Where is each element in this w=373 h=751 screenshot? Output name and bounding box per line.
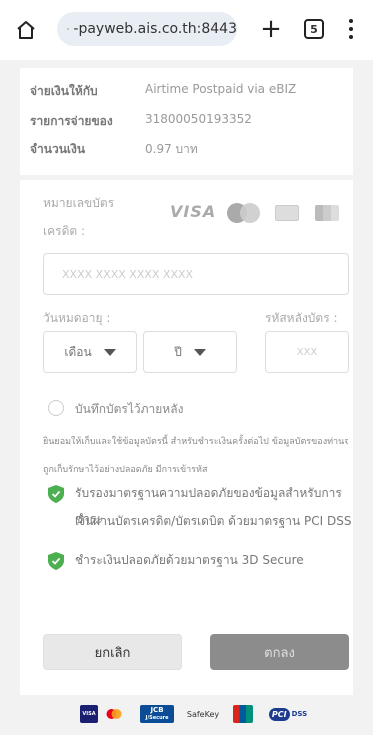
unionpay-logo [315,205,339,221]
caret-down-icon [193,348,206,356]
jcb-text: JCB [150,706,164,714]
card-number-input[interactable]: XXXX XXXX XXXX XXXX [43,253,349,295]
address-bar[interactable]: -payweb.ais.co.th:8443 [57,12,237,46]
payment-summary: จ่ายเงินให้กับ Airtime Postpaid via eBIZ… [20,68,353,175]
jcb-jsecure-logo: JCB J/Secure [140,705,174,723]
consent-text: ยินยอมให้เก็บและใช้ข้อมูลบัตรนี้ สำหรับช… [43,437,348,447]
cvv-placeholder: XXX [296,346,318,358]
card-number-placeholder: XXXX XXXX XXXX XXXX [62,267,194,281]
summary-label: รายการจ่ายของ [30,114,113,128]
safekey-logo: SafeKey [186,709,220,719]
visa-logo: VISA [170,202,217,221]
cvv-label: รหัสหลังบัตร : [265,311,338,325]
summary-value: Airtime Postpaid via eBIZ [145,82,297,96]
pci-text: PCI [268,707,290,721]
site-settings-icon[interactable] [67,21,70,37]
ok-button[interactable]: ตกลง [210,634,349,670]
more-options-icon[interactable] [343,15,359,43]
url-text: -payweb.ais.co.th:8443 [73,21,237,37]
summary-value: 31800050193352 [145,112,252,126]
system-gesture-bar [0,735,373,751]
browser-toolbar: -payweb.ais.co.th:8443 + 5 [0,0,373,60]
home-icon[interactable] [10,14,42,46]
save-card-radio[interactable] [48,400,64,416]
cancel-button[interactable]: ยกเลิก [43,634,182,670]
pci-dss-text-line2: เงินผ่านบัตรเครดิต/บัตรเดบิต ด้วยมาตรฐาน… [75,514,352,528]
dss-text: DSS [291,710,308,718]
caret-down-icon [103,348,116,356]
accepted-cards: VISA [170,202,350,223]
summary-value: 0.97 บาท [145,142,198,156]
shield-check-icon [48,552,64,570]
jsecure-text: J/Secure [145,715,169,721]
pci-dss-logo: PCI DSS [263,705,313,723]
card-number-label-line2: เครดิต : [43,224,86,238]
unionpay-logo [233,705,253,723]
expiry-year-select[interactable]: ปี [143,331,237,373]
verified-by-visa-logo: VISA [80,705,98,723]
shield-check-icon [48,485,64,503]
mastercard-logo [227,203,261,223]
consent-text-line2: ถูกเก็บรักษาไว้อย่างปลอดภัย มีการเข้ารหั… [43,465,208,475]
card-payment-form: หมายเลขบัตร เครดิต : VISA XXXX XXXX XXXX… [20,180,353,695]
summary-label: จ่ายเงินให้กับ [30,84,98,98]
jcb-logo [275,205,299,221]
new-tab-button[interactable]: + [256,14,286,44]
security-logos: VISA JCB J/Secure SafeKey PCI DSS [0,695,373,735]
tab-switcher-button[interactable]: 5 [304,19,324,39]
save-card-label: บันทึกบัตรไว้ภายหลัง [75,402,184,416]
summary-label: จำนวนเงิน [30,142,86,156]
3d-secure-text: ชำระเงินปลอดภัยด้วยมาตรฐาน 3D Secure [75,553,304,567]
mastercard-logo [106,705,122,723]
month-placeholder: เดือน [64,344,92,359]
expiry-label: วันหมดอายุ : [43,311,111,325]
card-number-label: หมายเลขบัตร [43,196,115,210]
expiry-month-select[interactable]: เดือน [43,331,137,373]
year-placeholder: ปี [174,344,182,359]
cvv-input[interactable]: XXX [265,331,349,373]
